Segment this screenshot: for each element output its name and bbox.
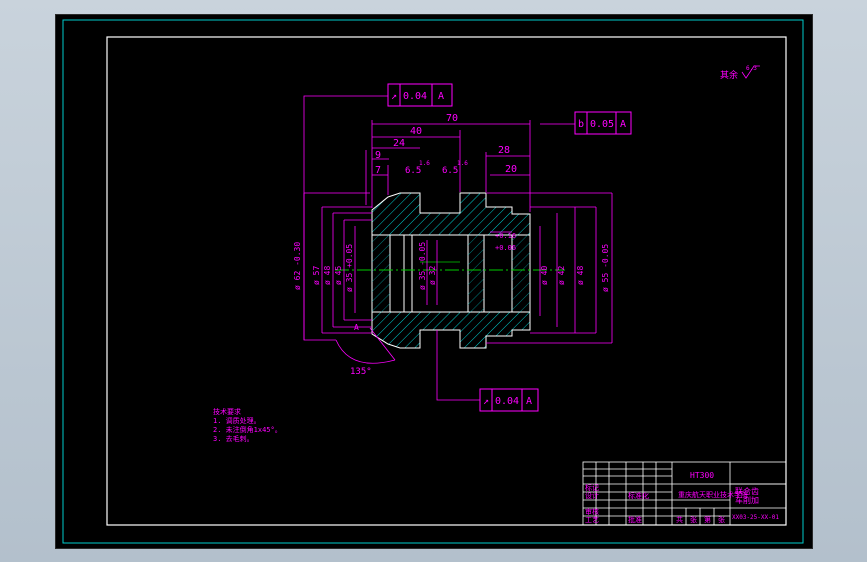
dim-9: 9 xyxy=(375,150,381,161)
tol-top-b-datum: A xyxy=(620,119,626,130)
dim-28: 28 xyxy=(498,145,510,156)
dia-left3: ø 48 xyxy=(323,266,332,285)
dia-left4: ø 45 xyxy=(334,266,343,285)
engineering-drawing: 其余 6.3 70 40 24 9 7 28 20 6.5 6.5 1.6 1.… xyxy=(62,19,804,544)
part-section xyxy=(335,192,565,349)
tolerance-frame-bottom: ↗ 0.04 A xyxy=(479,388,539,412)
notes-heading: 技术要求 xyxy=(213,407,241,416)
row-label-0: 标记 xyxy=(585,483,599,492)
dia-left1: ø 62 -0.30 xyxy=(293,242,302,290)
dim-20: 20 xyxy=(505,164,517,175)
dia-right1: ø 40 xyxy=(540,266,549,285)
row-label-3: 工艺 xyxy=(585,516,599,524)
bottom-label-0: 共 xyxy=(676,515,683,524)
drawing-number: XX03-25-XX-01 xyxy=(732,514,779,521)
dim-40: 40 xyxy=(410,126,422,137)
material: HT300 xyxy=(690,471,714,480)
dim-70: 70 xyxy=(446,113,458,124)
rough-3: 1.6 xyxy=(419,160,430,167)
tolerance-frame-top-a: ↗ 0.04 A xyxy=(387,83,453,107)
bottom-label-2: 第 xyxy=(704,515,711,524)
tol-bottom-symbol: ↗ xyxy=(483,396,489,407)
school-name: 重庆航天职业技术学院 xyxy=(678,490,748,499)
notes-line-1: 1. 调质处理。 xyxy=(213,416,261,425)
tol-bottom-datum: A xyxy=(526,396,532,407)
dia-left2: ø 57 xyxy=(312,266,321,285)
bottom-label-3: 张 xyxy=(718,515,725,524)
tol-top-a-value: 0.04 xyxy=(403,91,427,102)
tol-top-a-symbol: ↗ xyxy=(391,91,397,102)
rough-2: 6.5 xyxy=(442,166,458,176)
technical-notes: 技术要求 1. 调质处理。 2. 未注倒角1x45°。 3. 去毛刺。 xyxy=(213,407,282,443)
bottom-label-1: 张 xyxy=(690,515,697,524)
row-label-1: 设计 xyxy=(585,491,599,500)
dia-right2: ø 42 xyxy=(557,266,566,285)
rough-4: 1.6 xyxy=(457,160,468,167)
dim-7: 7 xyxy=(375,165,381,176)
dia-right3: ø 48 xyxy=(576,266,585,285)
tol-top-a-datum: A xyxy=(438,91,444,102)
approve-label: 批准 xyxy=(628,515,642,524)
dia-left5: ø 35 +0.05 xyxy=(345,244,354,292)
notes-line-3: 3. 去毛刺。 xyxy=(213,434,254,443)
row-label-2: 审核 xyxy=(585,507,599,516)
tolerance-frame-top-b: b 0.05 A xyxy=(574,111,632,135)
std-label: 标准化 xyxy=(628,491,649,500)
roughness-label: 其余 xyxy=(720,69,738,81)
dim-24: 24 xyxy=(393,138,405,149)
rough-1: 6.5 xyxy=(405,166,421,176)
dia-mid2: ø 32 xyxy=(428,266,437,285)
hatch-upper xyxy=(371,192,531,236)
angle-135: 135° xyxy=(350,367,372,377)
datum-a: A xyxy=(354,323,359,332)
tol-bottom-value: 0.04 xyxy=(495,396,519,407)
tol-top-b-value: 0.05 xyxy=(590,119,614,130)
dia-mid1: ø 35 -0.05 xyxy=(418,242,427,290)
notes-line-2: 2. 未注倒角1x45°。 xyxy=(213,425,282,434)
tol-top-b-symbol: b xyxy=(578,119,584,130)
bore-tol-bottom: +0.06 xyxy=(495,244,516,252)
roughness-note: 其余 6.3 xyxy=(720,65,760,81)
bore-tol-top: +0.16 xyxy=(495,232,516,240)
dia-right4: ø 55 -0.05 xyxy=(601,244,610,292)
